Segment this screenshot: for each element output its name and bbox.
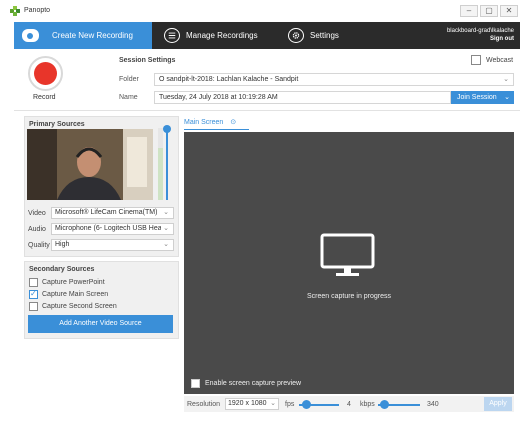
title-bar: Panopto – ▢ ✕ — [8, 3, 520, 20]
close-button[interactable]: ✕ — [500, 5, 518, 17]
quality-label: Quality — [28, 242, 50, 249]
session-name-input[interactable]: Tuesday, 24 July 2018 at 10:19:28 AM — [154, 91, 451, 104]
kbps-value: 340 — [427, 401, 439, 408]
add-video-source-button[interactable]: Add Another Video Source — [28, 315, 173, 333]
tab-manage-recordings[interactable]: Manage Recordings — [162, 22, 282, 49]
monitor-icon — [320, 233, 375, 276]
name-label: Name — [119, 94, 138, 101]
join-session-button[interactable]: Join Session ⌄ — [451, 91, 514, 104]
minimize-button[interactable]: – — [460, 5, 478, 17]
capture-second-screen-label: Capture Second Screen — [42, 303, 117, 310]
volume-slider-handle[interactable] — [163, 125, 171, 133]
capture-powerpoint-checkbox[interactable] — [29, 278, 38, 287]
volume-slider-track[interactable] — [166, 128, 168, 200]
capture-second-screen-checkbox[interactable] — [29, 302, 38, 311]
audio-source-value: Microphone (6- Logitech USB Hea — [55, 225, 162, 232]
webcam-preview — [27, 129, 153, 200]
chevron-down-icon: ⌄ — [161, 224, 169, 234]
capture-main-screen-checkbox[interactable] — [29, 289, 38, 299]
tab-options-icon[interactable]: ⊙ — [230, 119, 236, 126]
resolution-label: Resolution — [187, 401, 221, 408]
resolution-value: 1920 x 1080 — [228, 400, 267, 407]
audio-level-meter — [158, 128, 163, 200]
primary-sources-title: Primary Sources — [29, 121, 85, 128]
audio-label: Audio — [28, 226, 46, 233]
fps-slider-handle[interactable] — [302, 400, 311, 409]
sign-out-link[interactable]: Sign out — [447, 35, 514, 43]
enable-preview-label: Enable screen capture preview — [205, 380, 302, 387]
record-button[interactable] — [28, 56, 63, 91]
tab-underline — [184, 129, 249, 130]
secondary-sources-title: Secondary Sources — [29, 266, 95, 273]
fps-label: fps — [285, 401, 295, 408]
record-camera-icon — [22, 29, 39, 42]
join-session-label: Join Session — [457, 94, 497, 101]
tab-settings-label: Settings — [310, 31, 339, 40]
webcam-image — [27, 129, 153, 200]
audio-source-select[interactable]: Microphone (6- Logitech USB Hea ⌄ — [51, 223, 174, 235]
kbps-label: kbps — [360, 401, 375, 408]
username: blackboard-grad\lkalache — [446, 28, 514, 34]
apply-button[interactable]: Apply — [484, 397, 512, 411]
folder-select[interactable]: O sandpit-lt-2018: Lachlan Kalache - San… — [154, 73, 514, 86]
panopto-logo-icon — [10, 6, 20, 16]
tab-manage-label: Manage Recordings — [186, 31, 258, 40]
divider — [14, 110, 520, 111]
folder-value: O sandpit-lt-2018: Lachlan Kalache - San… — [159, 76, 299, 83]
panopto-window: Panopto – ▢ ✕ Create New Recording Manag… — [0, 0, 527, 422]
list-icon — [164, 28, 180, 43]
fps-value: 4 — [347, 401, 351, 408]
tab-main-screen-label: Main Screen — [184, 119, 224, 126]
tab-create-label: Create New Recording — [52, 31, 133, 40]
quality-select[interactable]: High ⌄ — [51, 239, 174, 251]
capture-status-text: Screen capture in progress — [306, 293, 392, 300]
maximize-button[interactable]: ▢ — [480, 5, 498, 17]
capture-main-screen-label: Capture Main Screen — [42, 291, 109, 298]
quality-value: High — [55, 241, 70, 248]
video-label: Video — [28, 210, 46, 217]
chevron-down-icon: ⌄ — [161, 208, 169, 218]
top-nav: Create New Recording Manage Recordings S… — [14, 22, 520, 49]
enable-preview-checkbox[interactable] — [191, 379, 200, 388]
tab-main-screen[interactable]: Main Screen ⊙ — [184, 116, 236, 130]
session-name-value: Tuesday, 24 July 2018 at 10:19:28 AM — [159, 94, 278, 101]
webcast-label: Webcast — [486, 57, 514, 64]
chevron-down-icon: ⌄ — [163, 241, 169, 248]
video-source-select[interactable]: Microsoft® LifeCam Cinema(TM) ⌄ — [51, 207, 174, 219]
app-title: Panopto — [24, 7, 51, 14]
session-settings-title: Session Settings — [119, 57, 176, 64]
kbps-slider-handle[interactable] — [380, 400, 389, 409]
chevron-down-icon: ⌄ — [503, 76, 509, 83]
record-label: Record — [33, 94, 56, 101]
tab-create-new-recording[interactable]: Create New Recording — [14, 22, 152, 49]
resolution-select[interactable]: 1920 x 1080 ⌄ — [225, 398, 279, 410]
tab-settings[interactable]: Settings — [286, 22, 366, 49]
webcast-checkbox[interactable] — [471, 55, 481, 65]
capture-powerpoint-label: Capture PowerPoint — [42, 279, 105, 286]
folder-label: Folder — [119, 76, 139, 83]
user-info: blackboard-grad\lkalache Sign out — [447, 27, 514, 43]
chevron-down-icon: ⌄ — [270, 400, 276, 407]
chevron-down-icon: ⌄ — [504, 94, 510, 101]
gear-icon — [288, 28, 304, 43]
video-source-value: Microsoft® LifeCam Cinema(TM) — [55, 209, 158, 216]
